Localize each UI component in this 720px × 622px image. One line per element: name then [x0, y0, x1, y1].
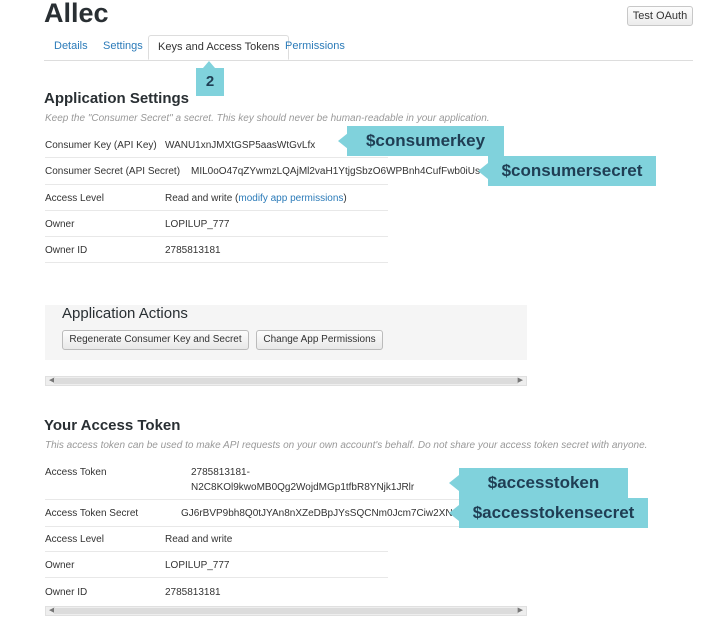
- access-token-value-line1: 2785813181-: [191, 467, 250, 478]
- modify-app-permissions-link[interactable]: modify app permissions: [238, 193, 343, 204]
- row-divider: [45, 210, 388, 211]
- application-settings-heading: Application Settings: [44, 90, 190, 107]
- access-token-note: This access token can be used to make AP…: [45, 440, 648, 451]
- row-divider: [45, 577, 388, 578]
- owner-label: Owner: [45, 219, 75, 230]
- callout-consumerkey: $consumerkey: [347, 126, 504, 156]
- callout-consumersecret-arrow: [478, 163, 488, 179]
- scroll-right-icon[interactable]: ▶: [518, 607, 523, 615]
- consumer-secret-value: MIL0oO47qZYwmzLQAjMl2vaH1YtjgSbzO6WPBnh4…: [191, 166, 480, 177]
- access-level-close: ): [343, 193, 347, 204]
- tab-settings[interactable]: Settings: [103, 40, 143, 54]
- access-token-secret-value: GJ6rBVP9bh8Q0tJYAn8nXZeDBpJYsSQCNm0Jcm7C…: [181, 508, 453, 519]
- row-divider: [45, 499, 460, 500]
- horizontal-scrollbar[interactable]: ◀ ▶: [45, 606, 527, 616]
- regenerate-consumer-key-button[interactable]: Regenerate Consumer Key and Secret: [62, 330, 249, 350]
- access-level-label: Access Level: [45, 193, 104, 204]
- token-access-level-label: Access Level: [45, 534, 104, 545]
- row-divider: [45, 262, 388, 263]
- token-owner-label: Owner: [45, 560, 75, 571]
- tabs-divider: [44, 60, 693, 61]
- callout-accesstokensecret-arrow: [449, 505, 459, 521]
- callout-accesstokensecret: $accesstokensecret: [459, 498, 648, 528]
- callout-step-arrow: [203, 61, 215, 68]
- owner-id-label: Owner ID: [45, 245, 88, 256]
- token-owner-id-label: Owner ID: [45, 587, 88, 598]
- consumer-key-label: Consumer Key (API Key): [45, 140, 157, 151]
- your-access-token-heading: Your Access Token: [44, 417, 181, 434]
- scroll-right-icon[interactable]: ▶: [518, 377, 523, 385]
- owner-id-value: 2785813181: [165, 245, 221, 256]
- change-app-permissions-button[interactable]: Change App Permissions: [256, 330, 383, 350]
- row-divider: [45, 551, 388, 552]
- consumer-key-value: WANU1xnJMXtGSP5aasWtGvLfx: [165, 140, 316, 151]
- callout-accesstoken: $accesstoken: [459, 468, 628, 498]
- row-divider: [45, 236, 388, 237]
- app-title: Allec: [44, 0, 109, 28]
- application-settings-note: Keep the "Consumer Secret" a secret. Thi…: [45, 113, 490, 124]
- row-divider: [45, 157, 388, 158]
- owner-value: LOPILUP_777: [165, 219, 230, 230]
- scrollbar-track[interactable]: [54, 378, 518, 384]
- callout-step-2: 2: [196, 68, 224, 96]
- consumer-secret-label: Consumer Secret (API Secret): [45, 166, 181, 177]
- tab-permissions[interactable]: Permissions: [285, 40, 345, 54]
- token-access-level-value: Read and write: [165, 534, 233, 545]
- tab-details[interactable]: Details: [54, 40, 88, 54]
- row-divider: [45, 184, 388, 185]
- scrollbar-track[interactable]: [54, 608, 518, 614]
- row-divider: [45, 526, 460, 527]
- tab-keys-and-access-tokens[interactable]: Keys and Access Tokens: [148, 35, 290, 60]
- callout-accesstoken-arrow: [449, 475, 459, 491]
- token-owner-value: LOPILUP_777: [165, 560, 230, 571]
- test-oauth-button[interactable]: Test OAuth: [627, 6, 693, 26]
- access-level-text: Read and write (: [165, 193, 239, 204]
- access-token-value-line2: N2C8KOl9kwoMB0Qg2WojdMGp1tfbR8YNjk1JRlr: [191, 482, 415, 493]
- access-token-label: Access Token: [45, 467, 107, 478]
- token-owner-id-value: 2785813181: [165, 587, 221, 598]
- access-level-value: Read and write (modify app permissions): [165, 193, 347, 204]
- callout-consumersecret: $consumersecret: [488, 156, 656, 186]
- access-token-secret-label: Access Token Secret: [45, 508, 139, 519]
- application-actions-heading: Application Actions: [62, 305, 188, 322]
- horizontal-scrollbar[interactable]: ◀ ▶: [45, 376, 527, 386]
